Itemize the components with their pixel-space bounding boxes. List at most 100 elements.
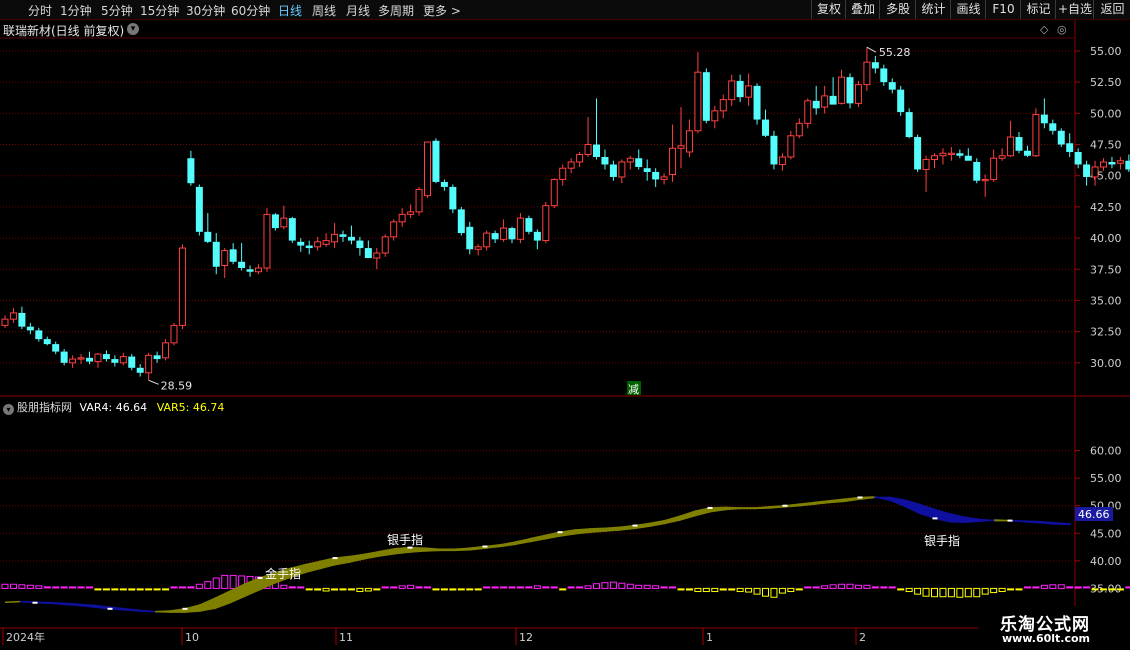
histogram-bar-hollow (964, 587, 972, 598)
candle-body-up (685, 130, 693, 153)
candle-body-up (483, 232, 491, 248)
candle-body-up (804, 100, 812, 124)
candle-body-up (415, 188, 423, 213)
histogram-bar (1108, 588, 1116, 591)
histogram-bar-hollow (618, 582, 626, 589)
candle-body-down (635, 158, 643, 167)
candle-body-down (525, 218, 533, 232)
candle-body-down (1074, 152, 1082, 165)
candle-body-up (398, 213, 406, 223)
histogram-bar-hollow (998, 587, 1006, 593)
histogram-bar (415, 586, 423, 589)
histogram-bar (804, 586, 812, 589)
histogram-bar-hollow (745, 587, 753, 593)
histogram-bar (542, 586, 550, 589)
time-tick-label: 2 (859, 631, 866, 644)
histogram-bar-hollow (922, 587, 930, 597)
diamond-icon: ◇ (1040, 23, 1049, 36)
candle-body-down (846, 77, 854, 104)
candle-body-up (719, 99, 727, 112)
candle-body-down (153, 355, 161, 360)
candle-body-down (897, 89, 905, 113)
histogram-bar-hollow (398, 585, 406, 589)
candle-body-up (474, 246, 482, 250)
histogram-bar (550, 586, 558, 589)
histogram-bar (60, 586, 68, 589)
candle-body-down (914, 137, 922, 170)
var-ribbon-segment (589, 527, 606, 533)
histogram-bar-hollow (322, 587, 330, 592)
candle-body-down (609, 164, 617, 177)
var-ribbon-segment (694, 506, 711, 517)
var-ribbon-segment (949, 513, 966, 524)
candle-body-up (660, 176, 668, 180)
var-ribbon-segment (649, 519, 666, 528)
histogram-bar (187, 586, 195, 589)
ribbon-marker (107, 607, 113, 610)
candle-body-down (347, 236, 355, 241)
candle-body-down (18, 312, 26, 327)
ribbon-marker (32, 601, 38, 604)
histogram-bar-hollow (584, 585, 592, 589)
candle-body-down (880, 68, 888, 83)
var-ribbon-segment (319, 557, 336, 570)
histogram-bar (888, 586, 896, 589)
histogram-bar (136, 588, 144, 591)
candle-body-down (457, 209, 465, 234)
candle-body-up (170, 324, 178, 344)
candle-body-down (432, 140, 440, 182)
candle-body-down (508, 228, 516, 240)
histogram-bar (1066, 586, 1074, 589)
histogram-bar (178, 586, 186, 589)
candle-body-down (956, 153, 964, 156)
candle-body-down (770, 135, 778, 165)
ribbon-marker (782, 504, 788, 507)
histogram-bar (576, 586, 584, 589)
histogram-bar (685, 588, 693, 591)
histogram-bar (119, 588, 127, 591)
time-tick-label: 11 (339, 631, 353, 644)
var-ribbon-segment (739, 507, 756, 510)
histogram-bar (381, 586, 389, 589)
candle-body-down (736, 80, 744, 98)
price-tick-label: 42.50 (1090, 201, 1122, 214)
price-tick-label: 30.00 (1090, 357, 1122, 370)
histogram-bar-hollow (652, 585, 660, 589)
histogram-bar-hollow (770, 587, 778, 598)
histogram-bar (43, 586, 51, 589)
histogram-bar (373, 588, 381, 591)
histogram-bar-hollow (212, 577, 220, 589)
histogram-bar (288, 586, 296, 589)
histogram-bar (128, 588, 136, 591)
histogram-bar (170, 586, 178, 589)
histogram-bar (86, 586, 93, 589)
expand-icon: ◎ (1057, 23, 1067, 36)
price-tick-label: 32.50 (1090, 326, 1122, 339)
candle-body-up (863, 61, 871, 86)
histogram-bar-hollow (533, 585, 541, 589)
histogram-bar (669, 586, 677, 589)
candle-body-up (373, 252, 381, 259)
var-ribbon-segment (1054, 522, 1071, 526)
histogram-bar (440, 588, 448, 591)
histogram-bar (297, 586, 305, 589)
var-ribbon-segment (874, 495, 891, 502)
histogram-bar (500, 586, 508, 589)
candle-body-down (246, 269, 254, 272)
candle-body-down (229, 249, 237, 262)
histogram-bar (339, 588, 347, 591)
candle-body-up (77, 357, 85, 360)
candle-body-down (466, 226, 474, 250)
candle-body-up (584, 144, 592, 156)
histogram-bar (432, 588, 440, 591)
candle-body-up (576, 154, 584, 163)
histogram-bar (347, 588, 355, 591)
candle-body-down (702, 72, 710, 121)
candle-body-down (1125, 160, 1130, 170)
histogram-bar (474, 588, 482, 591)
histogram-bar (449, 588, 457, 591)
histogram-bar (305, 588, 313, 591)
var-ribbon-segment (574, 528, 591, 535)
chart-area[interactable]: 30.00 32.50 35.00 37.50 40.00 42.50 45.00 47.50… (0, 0, 1130, 650)
histogram-bar-hollow (204, 581, 212, 589)
